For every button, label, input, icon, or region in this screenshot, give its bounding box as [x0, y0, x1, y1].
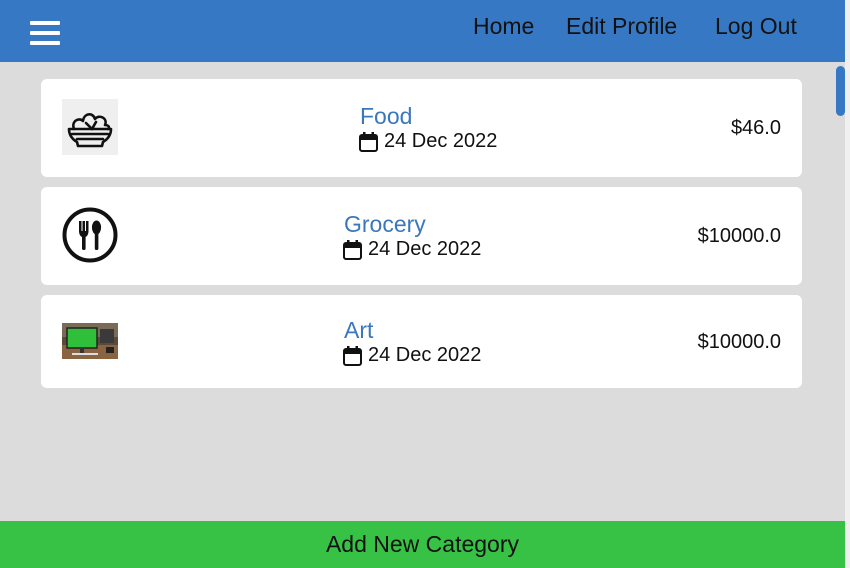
category-name: Art — [344, 317, 374, 343]
hamburger-menu-icon[interactable] — [30, 21, 60, 45]
category-date: 24 Dec 2022 — [343, 238, 481, 261]
navbar: Home Edit Profile Log Out — [0, 0, 845, 62]
add-new-category-button[interactable]: Add New Category — [0, 521, 845, 568]
category-amount: $10000.0 — [697, 331, 781, 353]
category-date-text: 24 Dec 2022 — [368, 344, 482, 366]
calendar-icon — [343, 239, 362, 260]
app-root: Home Edit Profile Log Out Food 24 Dec 20… — [0, 0, 845, 568]
category-name: Grocery — [344, 211, 426, 237]
category-card-art[interactable]: Art 24 Dec 2022 $10000.0 — [41, 295, 802, 388]
calendar-icon — [343, 345, 362, 366]
fork-spoon-icon — [62, 207, 118, 263]
calendar-icon — [359, 131, 378, 152]
nav-home-link[interactable]: Home — [473, 13, 534, 40]
scrollbar-track[interactable] — [845, 0, 850, 568]
category-date-text: 24 Dec 2022 — [384, 130, 498, 152]
salad-bowl-icon — [62, 99, 118, 155]
scrollbar-thumb[interactable] — [836, 66, 845, 116]
category-date-text: 24 Dec 2022 — [368, 238, 482, 260]
computer-desk-image — [62, 323, 118, 359]
category-name: Food — [360, 103, 413, 129]
category-card-grocery[interactable]: Grocery 24 Dec 2022 $10000.0 — [41, 187, 802, 285]
nav-logout-link[interactable]: Log Out — [715, 13, 797, 40]
category-amount: $46.0 — [730, 117, 781, 139]
category-amount: $10000.0 — [697, 225, 781, 247]
nav-edit-profile-link[interactable]: Edit Profile — [566, 13, 677, 40]
category-card-food[interactable]: Food 24 Dec 2022 $46.0 — [41, 79, 802, 177]
category-date: 24 Dec 2022 — [359, 130, 497, 153]
category-date: 24 Dec 2022 — [343, 344, 481, 367]
